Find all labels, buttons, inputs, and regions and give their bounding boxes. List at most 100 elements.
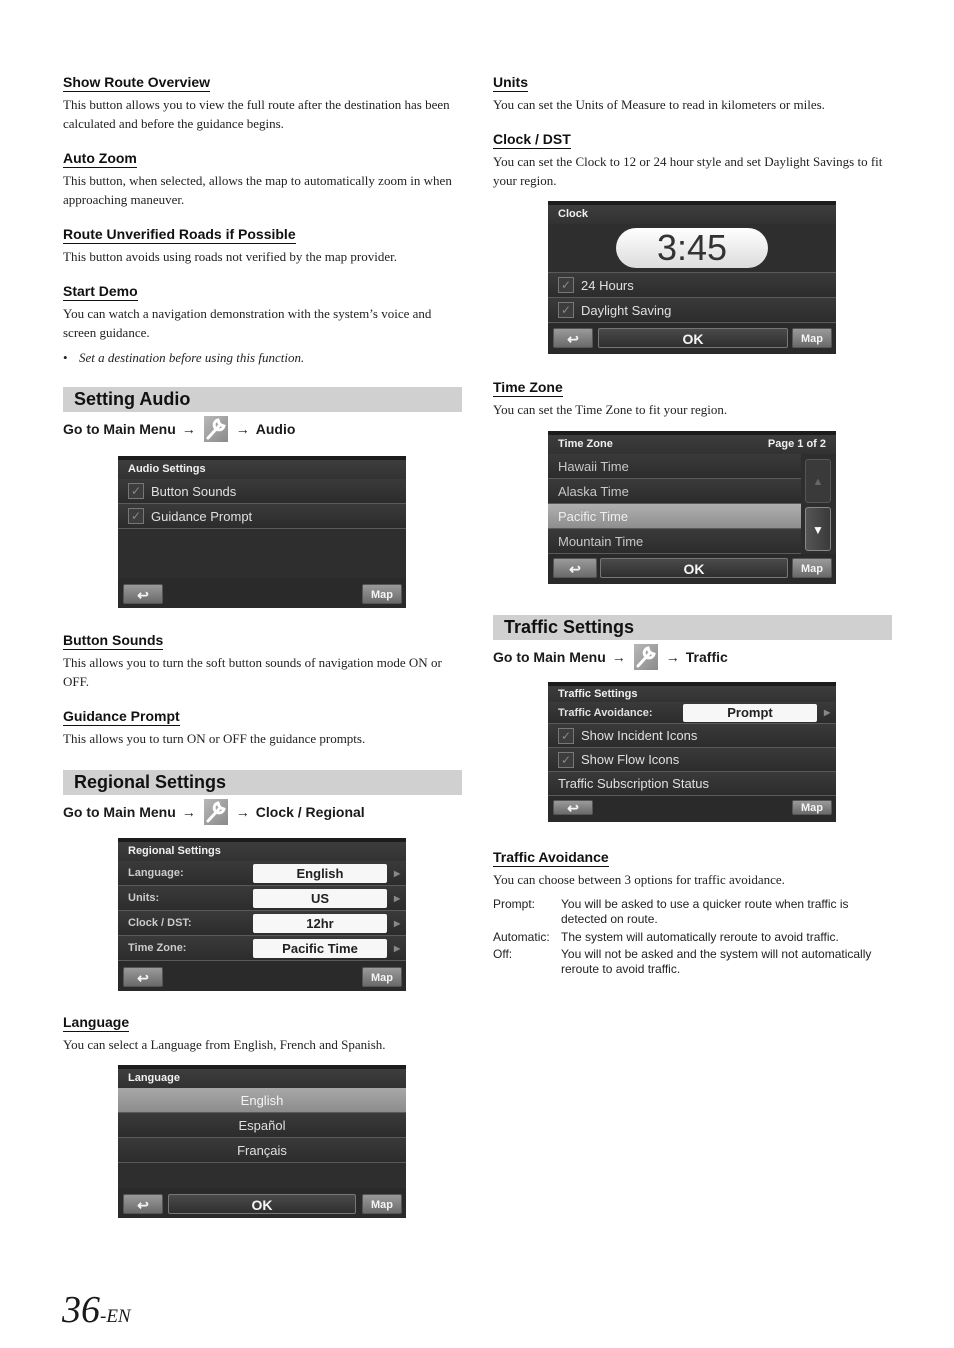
chevron-right-icon[interactable]: ▶	[394, 861, 400, 886]
back-button[interactable]: ↩	[553, 800, 593, 816]
map-button[interactable]: Map	[792, 558, 832, 578]
time-zone-option[interactable]: Hawaii Time	[548, 454, 801, 479]
clock-option-24-hours[interactable]: ✓ 24 Hours	[548, 273, 836, 298]
regional-row-units[interactable]: Units: US ▶	[118, 886, 406, 911]
traffic-avoidance-row[interactable]: Traffic Avoidance: Prompt ▶	[548, 702, 836, 724]
back-button[interactable]: ↩	[123, 1194, 163, 1214]
guidance-prompt-text: This allows you to turn ON or OFF the gu…	[63, 731, 366, 746]
option-row: Off: You will not be asked and the syste…	[493, 947, 893, 977]
regional-row-language[interactable]: Language: English ▶	[118, 861, 406, 886]
checkbox-checked-icon[interactable]: ✓	[558, 302, 574, 318]
traffic-avoidance-value[interactable]: Prompt	[683, 704, 817, 722]
arrow-icon: →	[235, 804, 250, 820]
checkbox-checked-icon[interactable]: ✓	[128, 508, 144, 524]
scroll-up-button[interactable]: ▲	[805, 459, 831, 503]
screen-header: Time Zone Page 1 of 2	[548, 435, 836, 454]
guidance-prompt-heading: Guidance Prompt	[63, 708, 180, 726]
traffic-settings-block: Traffic Settings Go to Main Menu → → Tra…	[493, 615, 893, 672]
row-value[interactable]: Pacific Time	[253, 939, 387, 958]
scroll-down-button[interactable]: ▼	[805, 507, 831, 551]
arrow-icon: →	[181, 421, 196, 437]
language-screen: Language English Español Français ↩ OK M…	[118, 1065, 406, 1218]
units-heading: Units	[493, 74, 528, 92]
map-button[interactable]: Map	[362, 1194, 402, 1214]
clock-time-display[interactable]: 3:45	[616, 228, 768, 268]
screen-footer: ↩ OK Map	[118, 1188, 406, 1218]
regional-settings-screen: Regional Settings Language: English ▶ Un…	[118, 838, 406, 991]
ok-button[interactable]: OK	[168, 1194, 356, 1214]
arrow-icon: →	[181, 804, 196, 820]
clock-screen: Clock 3:45 ✓ 24 Hours ✓ Daylight Saving …	[548, 201, 836, 354]
arrow-icon: →	[235, 421, 250, 437]
option-desc: You will not be asked and the system wil…	[561, 947, 872, 976]
ok-button[interactable]: OK	[600, 558, 788, 578]
checkbox-checked-icon[interactable]: ✓	[128, 483, 144, 499]
map-button[interactable]: Map	[792, 328, 832, 348]
option-label: Hawaii Time	[558, 458, 629, 474]
checkbox-checked-icon[interactable]: ✓	[558, 727, 574, 744]
row-value[interactable]: English	[253, 864, 387, 883]
option-label: Pacific Time	[558, 508, 629, 524]
clock-dst-text: You can set the Clock to 12 or 24 hour s…	[493, 154, 883, 188]
option-row: Automatic: The system will automatically…	[493, 930, 893, 945]
traffic-settings-path: Go to Main Menu → → Traffic	[493, 642, 893, 672]
checkbox-checked-icon[interactable]: ✓	[558, 277, 574, 293]
back-button[interactable]: ↩	[553, 558, 597, 578]
map-button[interactable]: Map	[362, 584, 402, 604]
regional-row-time-zone[interactable]: Time Zone: Pacific Time ▶	[118, 936, 406, 961]
setting-audio-section-title: Setting Audio	[63, 387, 462, 412]
option-label: English	[240, 1092, 284, 1108]
traffic-item-incident-icons[interactable]: ✓ Show Incident Icons	[548, 724, 836, 748]
time-zone-screen: Time Zone Page 1 of 2 Hawaii Time Alaska…	[548, 431, 836, 584]
time-zone-option[interactable]: Alaska Time	[548, 479, 801, 504]
auto-zoom-block: Auto Zoom This button, when selected, al…	[63, 150, 463, 209]
page-number-suffix: -EN	[100, 1306, 131, 1327]
back-button[interactable]: ↩	[553, 328, 593, 348]
time-zone-option[interactable]: Mountain Time	[548, 529, 801, 554]
traffic-item-flow-icons[interactable]: ✓ Show Flow Icons	[548, 748, 836, 772]
checkbox-checked-icon[interactable]: ✓	[558, 751, 574, 768]
route-unverified-block: Route Unverified Roads if Possible This …	[63, 226, 463, 266]
chevron-right-icon[interactable]: ▶	[824, 702, 830, 724]
back-button[interactable]: ↩	[123, 584, 163, 604]
back-button[interactable]: ↩	[123, 967, 163, 987]
row-label: Time Zone:	[128, 941, 187, 954]
regional-row-clock-dst[interactable]: Clock / DST: 12hr ▶	[118, 911, 406, 936]
map-button[interactable]: Map	[362, 967, 402, 987]
setting-audio-path: Go to Main Menu → → Audio	[63, 414, 463, 444]
language-option[interactable]: Español	[118, 1113, 406, 1138]
ok-button[interactable]: OK	[598, 328, 788, 348]
option-label: Español	[238, 1117, 286, 1133]
audio-item-button-sounds[interactable]: ✓ Button Sounds	[118, 479, 406, 504]
clock-option-daylight-saving[interactable]: ✓ Daylight Saving	[548, 298, 836, 323]
language-heading: Language	[63, 1014, 130, 1032]
show-route-overview-text: This button allows you to view the full …	[63, 97, 450, 131]
regional-settings-section-title: Regional Settings	[63, 770, 462, 795]
row-value[interactable]: 12hr	[253, 914, 387, 933]
language-option-selected[interactable]: English	[118, 1088, 406, 1113]
time-zone-option-selected[interactable]: Pacific Time	[548, 504, 801, 529]
units-block: Units You can set the Units of Measure t…	[493, 74, 893, 114]
item-label: Traffic Subscription Status	[558, 775, 710, 791]
audio-item-guidance-prompt[interactable]: ✓ Guidance Prompt	[118, 504, 406, 529]
start-demo-note: • Set a destination before using this fun…	[63, 350, 305, 365]
language-option[interactable]: Français	[118, 1138, 406, 1163]
chevron-right-icon[interactable]: ▶	[394, 886, 400, 911]
item-label: Show Incident Icons	[581, 727, 698, 743]
language-block: Language You can select a Language from …	[63, 1014, 463, 1054]
traffic-subscription-status[interactable]: Traffic Subscription Status	[548, 772, 836, 796]
screen-title: Audio Settings	[118, 460, 406, 479]
chevron-right-icon[interactable]: ▶	[394, 911, 400, 936]
option-key: Off:	[493, 947, 513, 961]
language-text: You can select a Language from English, …	[63, 1037, 386, 1052]
time-zone-list: Hawaii Time Alaska Time Pacific Time Mou…	[548, 454, 801, 554]
map-button[interactable]: Map	[792, 800, 832, 815]
option-label: Mountain Time	[558, 533, 644, 549]
chevron-right-icon[interactable]: ▶	[394, 936, 400, 961]
goto-target-clock-regional: Clock / Regional	[255, 804, 365, 820]
traffic-settings-section-title: Traffic Settings	[493, 615, 892, 640]
left-column: Show Route Overview This button allows y…	[63, 74, 463, 444]
time-zone-text: You can set the Time Zone to fit your re…	[493, 402, 728, 417]
screen-title: Clock	[548, 205, 836, 224]
row-value[interactable]: US	[253, 889, 387, 908]
